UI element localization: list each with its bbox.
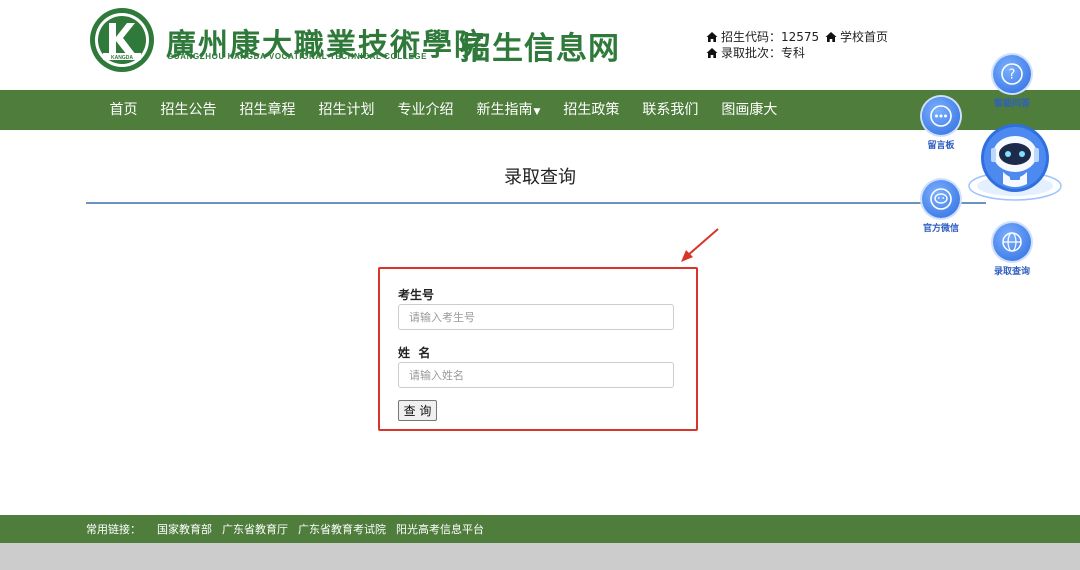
title-divider xyxy=(86,202,986,204)
nav-item-freshman-guide-label: 新生指南 xyxy=(476,102,533,118)
site-header: KANGDA 廣州康大職業技術學院 GUANGZHOU KANGDA VOCAT… xyxy=(0,0,1080,90)
nav-item-freshman-guide[interactable]: 新生指南▼ xyxy=(465,90,552,130)
faq-label: 智能问答 xyxy=(993,99,1030,109)
svg-text:?: ? xyxy=(1009,68,1016,83)
college-logo-icon[interactable]: KANGDA xyxy=(89,7,155,73)
query-form: 考生号 姓 名 查 询 xyxy=(378,267,698,431)
footer-links-label: 常用链接： xyxy=(86,523,141,536)
admission-batch-text: 录取批次：专科 xyxy=(721,46,806,60)
nav-item-contact[interactable]: 联系我们 xyxy=(631,90,710,130)
nav-item-regulations[interactable]: 招生章程 xyxy=(228,90,307,130)
nav-item-majors[interactable]: 专业介绍 xyxy=(386,90,465,130)
wechat-button[interactable]: 官方微信 xyxy=(922,180,960,234)
home-icon xyxy=(825,31,837,42)
name-input[interactable] xyxy=(398,362,674,388)
message-board-label: 留言板 xyxy=(927,141,955,151)
page-title: 录取查询 xyxy=(504,167,576,188)
admission-batch: 录取批次：专科 xyxy=(706,44,805,61)
annotation-arrow-icon xyxy=(681,228,719,262)
nav-list: 首页 招生公告 招生章程 招生计划 专业介绍 新生指南▼ 招生政策 联系我们 图… xyxy=(98,90,789,130)
home-icon xyxy=(706,31,718,42)
footer-link-moe[interactable]: 国家教育部 xyxy=(157,521,212,537)
site-name: 招生信息网 xyxy=(460,31,620,67)
admission-query-float-button[interactable]: 录取查询 xyxy=(993,223,1031,277)
admission-query-label: 录取查询 xyxy=(993,267,1030,277)
home-icon xyxy=(706,47,718,58)
nav-item-policy[interactable]: 招生政策 xyxy=(552,90,631,130)
nav-item-home[interactable]: 首页 xyxy=(98,90,149,130)
query-button[interactable]: 查 询 xyxy=(398,400,437,421)
footer-link-gd-edu[interactable]: 广东省教育厅 xyxy=(222,521,288,537)
nav-item-announcements[interactable]: 招生公告 xyxy=(149,90,228,130)
footer-link-gd-exam[interactable]: 广东省教育考试院 xyxy=(298,521,386,537)
school-home-text[interactable]: 学校首页 xyxy=(840,28,888,45)
main-nav: 首页 招生公告 招生章程 招生计划 专业介绍 新生指南▼ 招生政策 联系我们 图… xyxy=(0,90,1080,130)
exam-no-label: 考生号 xyxy=(398,288,435,302)
enroll-code-text: 招生代码：12575 xyxy=(721,30,820,44)
exam-no-input[interactable] xyxy=(398,304,674,330)
nav-item-plan[interactable]: 招生计划 xyxy=(307,90,386,130)
enroll-code: 招生代码：12575 xyxy=(706,28,819,45)
globe-icon xyxy=(993,223,1031,261)
site-footer: 常用链接： 国家教育部 广东省教育厅 广东省教育考试院 阳光高考信息平台 xyxy=(0,515,1080,543)
footer-links: 常用链接： 国家教育部 广东省教育厅 广东省教育考试院 阳光高考信息平台 xyxy=(86,515,494,543)
faq-button[interactable]: ? 智能问答 xyxy=(993,55,1031,109)
school-home-link[interactable]: 学校首页 xyxy=(825,28,888,45)
wechat-icon xyxy=(922,180,960,218)
bottom-bar xyxy=(0,543,1080,570)
robot-icon[interactable] xyxy=(967,122,1063,208)
nav-item-gallery[interactable]: 图画康大 xyxy=(710,90,789,130)
caret-down-icon: ▼ xyxy=(533,107,541,117)
chat-dots-icon xyxy=(922,97,960,135)
name-label: 姓 名 xyxy=(398,346,431,360)
message-board-button[interactable]: 留言板 xyxy=(922,97,960,151)
logo-text: KANGDA xyxy=(111,55,133,61)
college-name-en: GUANGZHOU KANGDA VOCATIONAL TECHNICAL CO… xyxy=(167,52,428,61)
wechat-label: 官方微信 xyxy=(922,224,959,234)
question-icon: ? xyxy=(993,55,1031,93)
footer-link-gaokao[interactable]: 阳光高考信息平台 xyxy=(396,521,484,537)
